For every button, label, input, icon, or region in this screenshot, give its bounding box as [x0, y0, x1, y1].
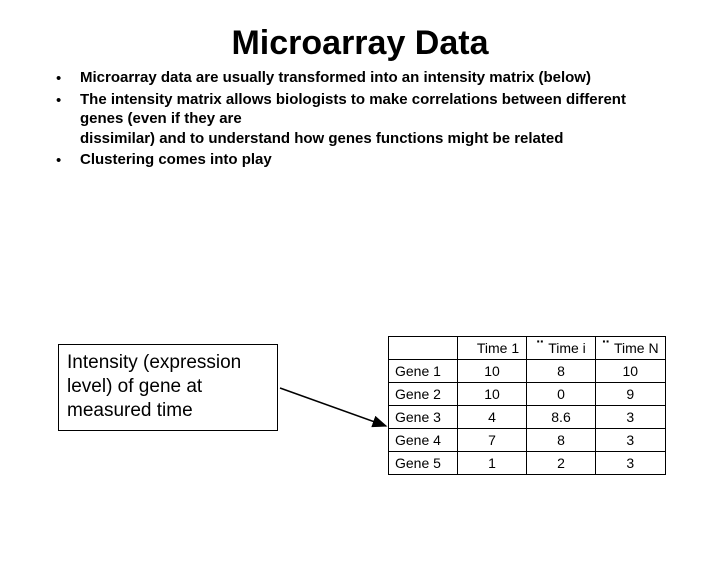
- table-cell: 8.6: [527, 406, 596, 429]
- bullet-marker: •: [56, 91, 80, 111]
- table-cell: 3: [596, 429, 666, 452]
- bullet-text: The intensity matrix allows biologists t…: [80, 91, 664, 129]
- row-label: Gene 4: [389, 429, 458, 452]
- table-cell: 7: [458, 429, 527, 452]
- table-header-row: Time 1 ··Time i ··Time N: [389, 337, 666, 360]
- bullet-item: • Microarray data are usually transforme…: [56, 69, 664, 89]
- bullet-text: dissimilar) and to understand how genes …: [80, 130, 664, 149]
- table-cell: 8: [527, 360, 596, 383]
- table-row: Gene 5 1 2 3: [389, 452, 666, 475]
- bullet-item: • Clustering comes into play: [56, 151, 664, 171]
- table-cell: 2: [527, 452, 596, 475]
- table-cell: 9: [596, 383, 666, 406]
- table-cell: 10: [596, 360, 666, 383]
- bullet-text: Microarray data are usually transformed …: [80, 69, 664, 88]
- bullet-marker: •: [56, 69, 80, 89]
- table-row: Gene 1 10 8 10: [389, 360, 666, 383]
- table-cell: 10: [458, 383, 527, 406]
- row-label: Gene 5: [389, 452, 458, 475]
- table-corner-cell: [389, 337, 458, 360]
- caption-box: Intensity (expression level) of gene at …: [58, 344, 278, 431]
- row-label: Gene 1: [389, 360, 458, 383]
- table-cell: 1: [458, 452, 527, 475]
- column-header: ··Time N: [596, 337, 666, 360]
- page-title: Microarray Data: [0, 24, 720, 63]
- table-cell: 0: [527, 383, 596, 406]
- bullet-text: Clustering comes into play: [80, 151, 664, 170]
- bullet-marker: •: [56, 151, 80, 171]
- bullet-marker: [56, 130, 80, 131]
- table-cell: 3: [596, 452, 666, 475]
- table-cell: 3: [596, 406, 666, 429]
- row-label: Gene 3: [389, 406, 458, 429]
- bullet-item: dissimilar) and to understand how genes …: [56, 130, 664, 149]
- column-header: ··Time i: [527, 337, 596, 360]
- table-cell: 10: [458, 360, 527, 383]
- table-cell: 4: [458, 406, 527, 429]
- intensity-matrix-table: Time 1 ··Time i ··Time N Gene 1 10 8 10 …: [388, 336, 666, 475]
- bullet-list: • Microarray data are usually transforme…: [0, 69, 720, 171]
- arrow-icon: [278, 378, 398, 438]
- table-row: Gene 3 4 8.6 3: [389, 406, 666, 429]
- table-row: Gene 4 7 8 3: [389, 429, 666, 452]
- table-cell: 8: [527, 429, 596, 452]
- table-row: Gene 2 10 0 9: [389, 383, 666, 406]
- column-header: Time 1: [458, 337, 527, 360]
- row-label: Gene 2: [389, 383, 458, 406]
- bullet-item: • The intensity matrix allows biologists…: [56, 91, 664, 129]
